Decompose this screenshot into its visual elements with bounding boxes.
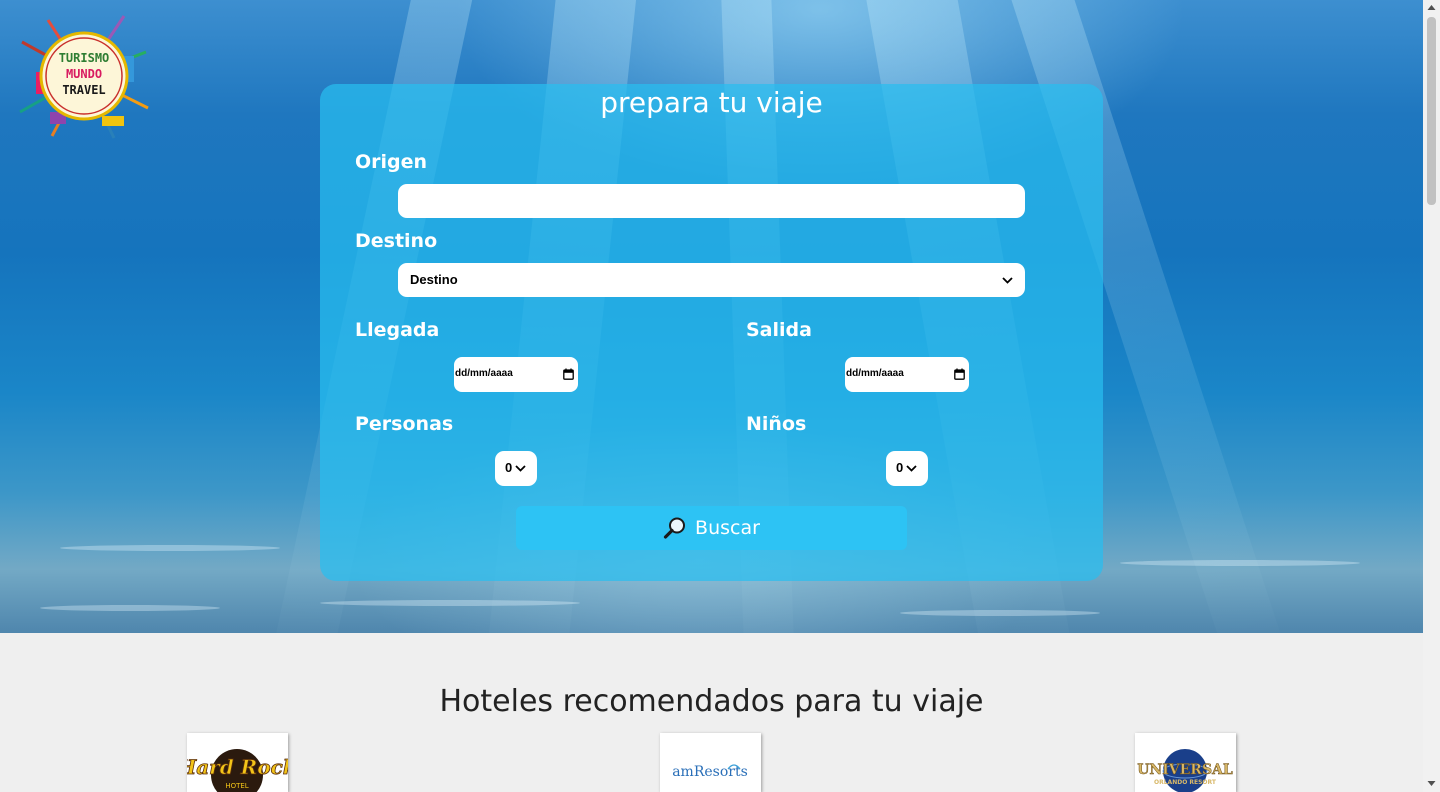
salida-label: Salida xyxy=(746,319,812,341)
destino-label: Destino xyxy=(355,230,438,252)
logo-line-2: MUNDO xyxy=(66,67,102,81)
water-caustic xyxy=(60,545,280,551)
water-caustic xyxy=(320,600,580,606)
vertical-scrollbar[interactable] xyxy=(1423,0,1440,792)
hero-banner: TURISMO MUNDO TRAVEL prepara tu viaje Or… xyxy=(0,0,1423,633)
personas-label: Personas xyxy=(355,413,454,435)
water-caustic xyxy=(40,605,220,611)
calendar-icon[interactable] xyxy=(563,368,574,380)
personas-value: 0 xyxy=(505,460,513,475)
building-icon xyxy=(102,116,124,126)
logo-line-1: TURISMO xyxy=(59,51,110,65)
chevron-down-icon xyxy=(906,465,917,472)
origen-input[interactable] xyxy=(398,184,1025,218)
llegada-date-value: dd/mm/aaaa xyxy=(455,368,513,379)
salida-date-value: dd/mm/aaaa xyxy=(846,368,904,379)
destino-select[interactable]: Destino xyxy=(398,263,1025,297)
hotel-card-hard-rock[interactable]: Hard Rock HOTEL xyxy=(187,733,288,792)
salida-date-input[interactable]: dd/mm/aaaa xyxy=(845,357,969,392)
personas-select[interactable]: 0 xyxy=(495,451,537,486)
ninos-label: Niños xyxy=(746,413,807,435)
water-caustic xyxy=(1120,560,1360,566)
hotel-card-amresorts[interactable]: amResorts xyxy=(660,733,761,792)
scroll-up-arrow-icon[interactable] xyxy=(1427,4,1436,11)
hotel-sub: ORLANDO RESORT xyxy=(1154,779,1217,786)
trip-search-card: prepara tu viaje Origen Destino Destino … xyxy=(320,84,1103,581)
universal-logo: UNIVERSAL ORLANDO RESORT xyxy=(1137,749,1233,792)
scrollbar-thumb[interactable] xyxy=(1427,17,1436,205)
site-logo[interactable]: TURISMO MUNDO TRAVEL xyxy=(18,12,152,142)
hotel-sub: HOTEL xyxy=(225,782,248,790)
ninos-value: 0 xyxy=(896,460,904,475)
magnifier-icon xyxy=(663,517,686,539)
hotel-brand: UNIVERSAL xyxy=(1137,762,1233,778)
calendar-icon[interactable] xyxy=(954,368,965,380)
origen-label: Origen xyxy=(355,151,428,173)
amresorts-logo: amResorts xyxy=(672,764,748,780)
hotel-card-universal[interactable]: UNIVERSAL ORLANDO RESORT xyxy=(1135,733,1236,792)
recommended-hotels-title: Hoteles recomendados para tu viaje xyxy=(439,684,984,719)
chevron-down-icon xyxy=(515,465,526,472)
chevron-down-icon xyxy=(1002,277,1013,284)
hotel-brand: amResorts xyxy=(672,764,748,780)
water-caustic xyxy=(900,610,1100,616)
scroll-down-arrow-icon[interactable] xyxy=(1427,780,1436,787)
search-button[interactable]: Buscar xyxy=(516,506,907,550)
ninos-select[interactable]: 0 xyxy=(886,451,928,486)
search-button-label: Buscar xyxy=(695,517,760,539)
destino-selected-value: Destino xyxy=(410,272,458,287)
llegada-label: Llegada xyxy=(355,319,440,341)
hotel-brand: Hard Rock xyxy=(187,755,288,779)
llegada-date-input[interactable]: dd/mm/aaaa xyxy=(454,357,578,392)
card-title: prepara tu viaje xyxy=(600,86,823,119)
logo-line-3: TRAVEL xyxy=(62,83,105,97)
hard-rock-logo: Hard Rock HOTEL xyxy=(187,749,288,792)
